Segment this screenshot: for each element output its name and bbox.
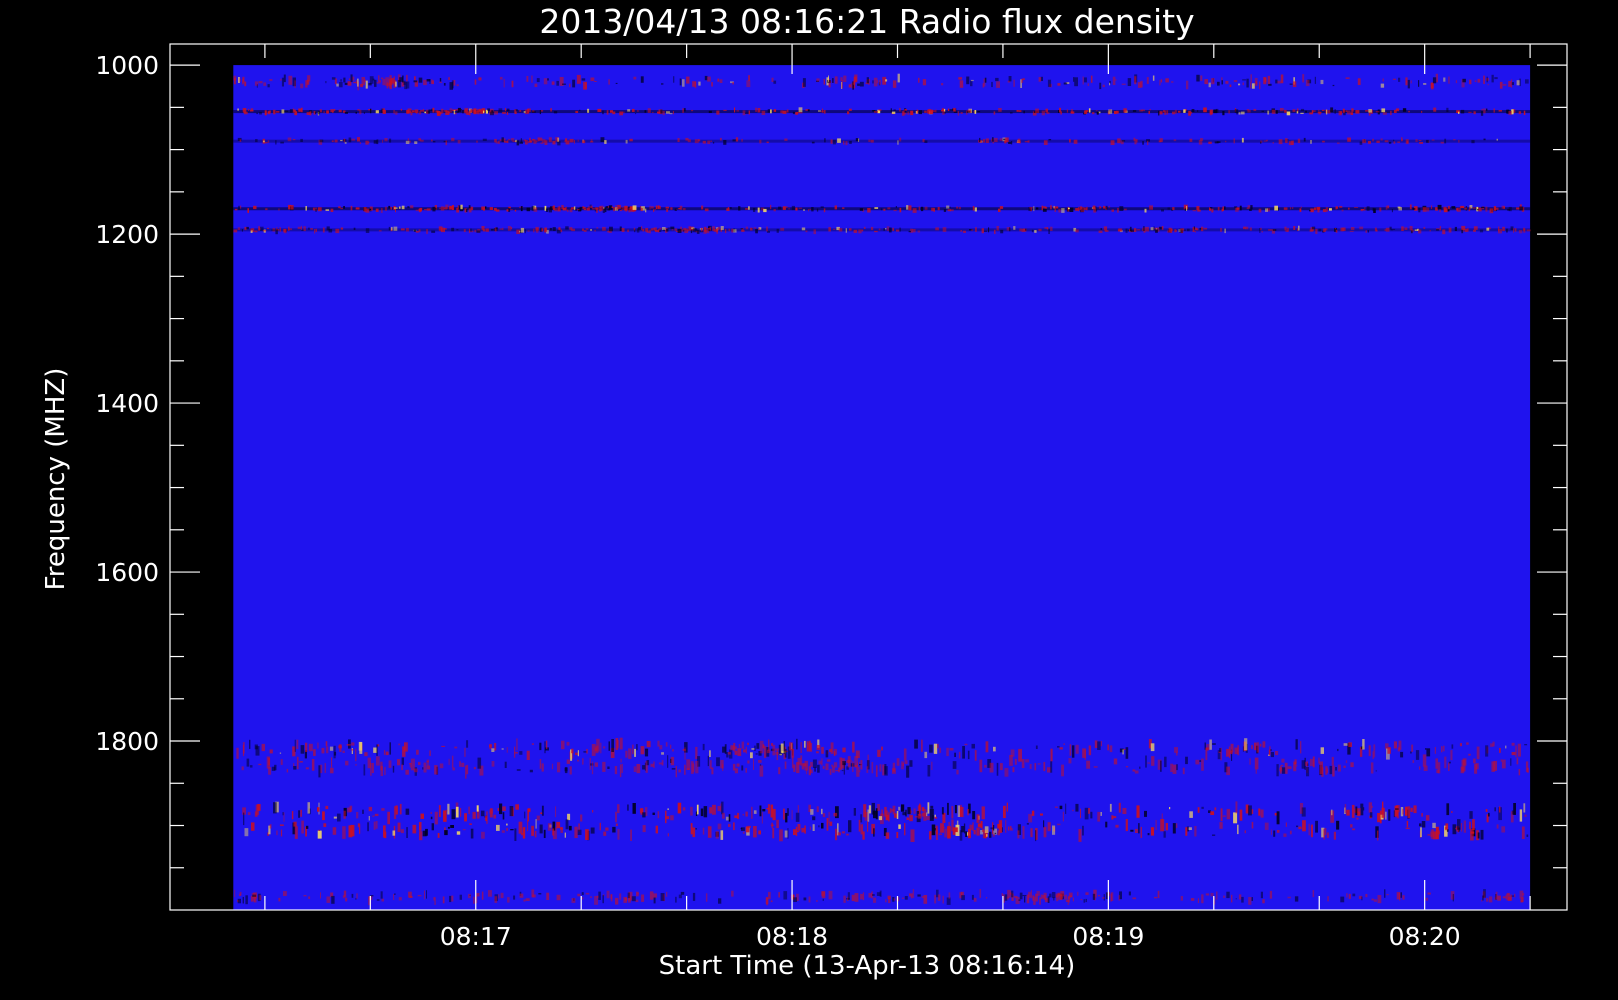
x-tick-label-0820: 08:20 — [1389, 922, 1461, 951]
y-tick-label-1400: 1400 — [95, 389, 159, 418]
y-tick-label-1800: 1800 — [95, 727, 159, 756]
spectrogram-image — [233, 65, 1531, 911]
x-tick-label-0818: 08:18 — [756, 922, 828, 951]
y-axis-label: Frequency (MHZ) — [41, 368, 71, 591]
spectrogram-chart: 2013/04/13 08:16:21 Radio flux density 0… — [0, 0, 1618, 1000]
x-axis-label: Start Time (13-Apr-13 08:16:14) — [659, 951, 1076, 981]
y-tick-label-1000: 1000 — [95, 51, 159, 80]
y-tick-label-1600: 1600 — [95, 558, 159, 587]
chart-title: 2013/04/13 08:16:21 Radio flux density — [539, 2, 1194, 41]
x-tick-label-0819: 08:19 — [1072, 922, 1144, 951]
x-tick-label-0817: 08:17 — [440, 922, 512, 951]
y-tick-label-1200: 1200 — [95, 220, 159, 249]
